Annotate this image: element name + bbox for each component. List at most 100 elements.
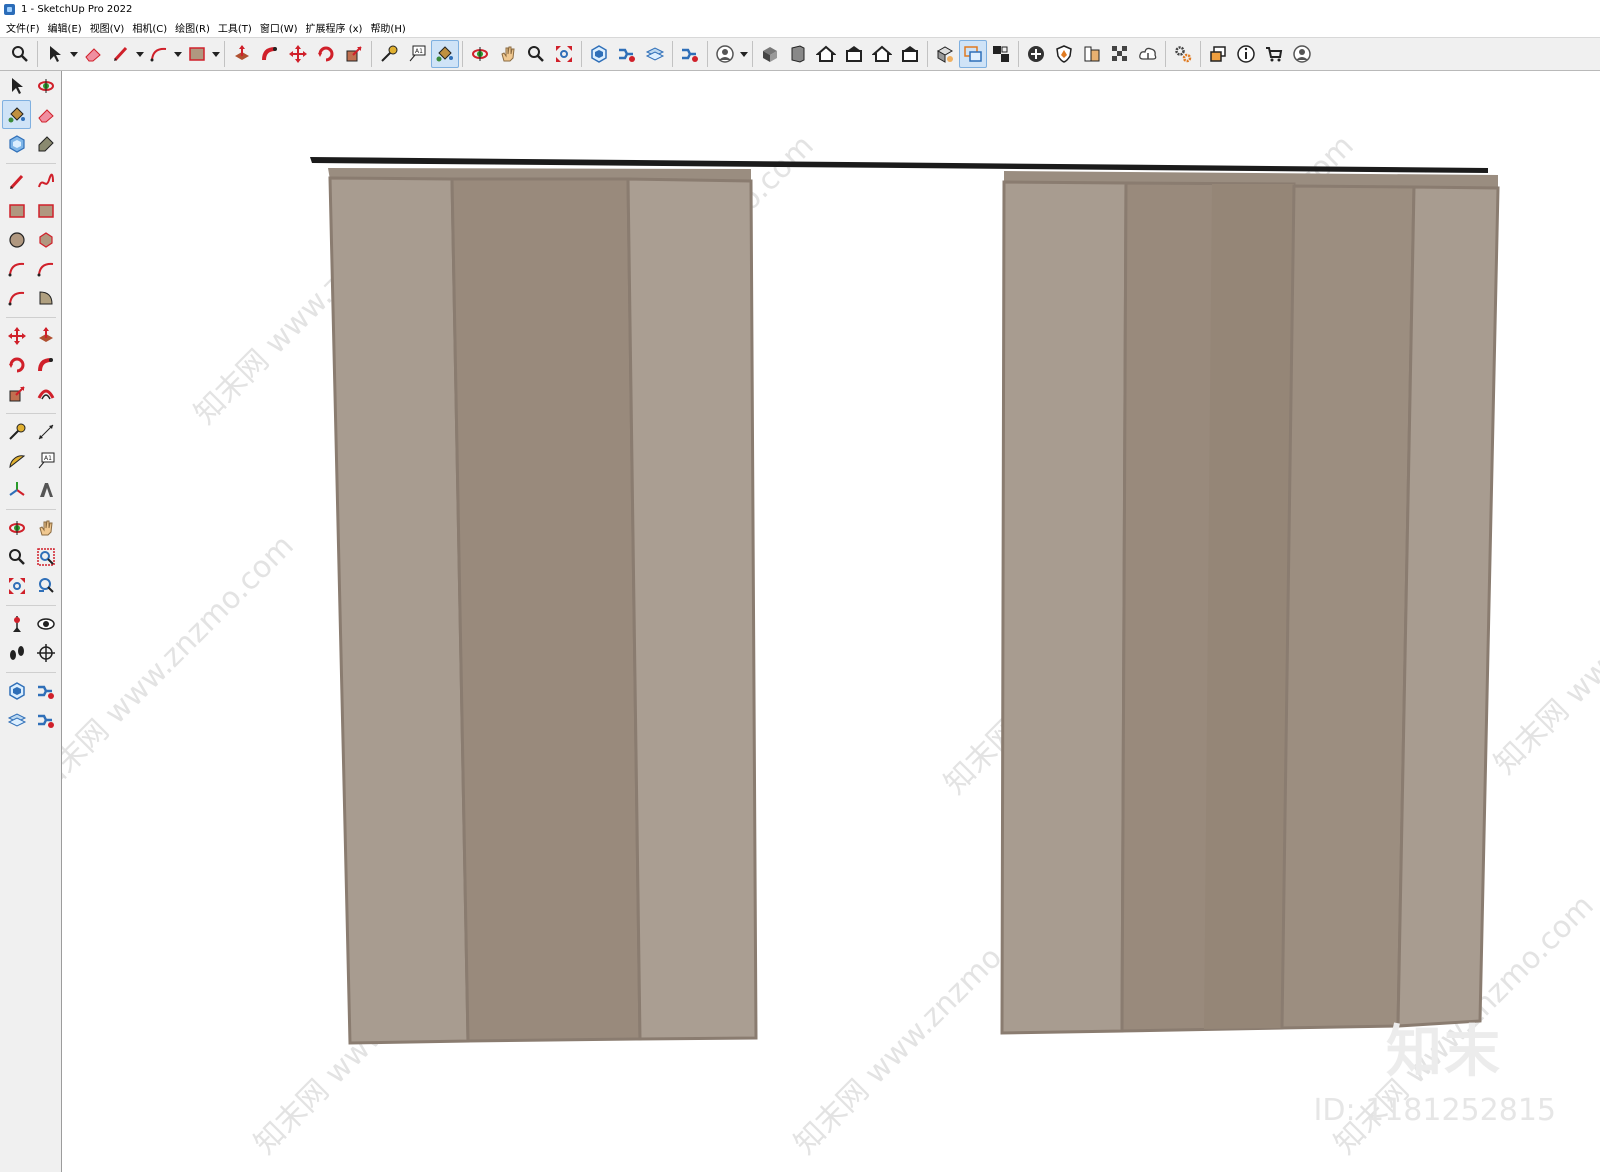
3d-text-tool[interactable] — [31, 475, 60, 504]
dropdown-arrow-icon[interactable] — [135, 40, 145, 68]
zoom-tool[interactable] — [2, 542, 31, 571]
pencil-tool[interactable] — [2, 167, 31, 196]
pencil-button[interactable] — [107, 40, 135, 68]
dropdown-arrow-icon[interactable] — [211, 40, 221, 68]
follow-me-button[interactable] — [256, 40, 284, 68]
paint-bucket-tool[interactable] — [2, 100, 31, 129]
scale-tool[interactable] — [2, 379, 31, 408]
menu-extensions[interactable]: 扩展程序 (x) — [304, 20, 369, 35]
protractor-tool[interactable] — [2, 446, 31, 475]
menu-help[interactable]: 帮助(H) — [368, 20, 411, 35]
component-button[interactable] — [959, 40, 987, 68]
push-pull-button[interactable] — [228, 40, 256, 68]
two-point-arc-tool[interactable] — [31, 254, 60, 283]
offset-tool[interactable] — [31, 379, 60, 408]
menu-camera[interactable]: 相机(C) — [130, 20, 173, 35]
cart-button[interactable] — [1260, 40, 1288, 68]
eraser-button[interactable] — [79, 40, 107, 68]
left-view-button[interactable] — [896, 40, 924, 68]
window-button[interactable] — [1204, 40, 1232, 68]
tape-measure-button[interactable] — [375, 40, 403, 68]
arc-button[interactable] — [145, 40, 173, 68]
pie-tool[interactable] — [31, 283, 60, 312]
extension-manager-tool[interactable] — [31, 705, 60, 734]
tape-measure-tool[interactable] — [2, 417, 31, 446]
menu-tools[interactable]: 工具(T) — [216, 20, 258, 35]
rectangle-tool[interactable] — [2, 196, 31, 225]
section-plane-tool[interactable] — [31, 638, 60, 667]
select-button[interactable] — [41, 40, 69, 68]
zoom-extents-button[interactable] — [550, 40, 578, 68]
solid-tools-button[interactable] — [931, 40, 959, 68]
menu-view[interactable]: 视图(V) — [88, 20, 131, 35]
model-viewport[interactable]: 知末网 www.znzmo.com知末网 www.znzmo.com知末网 ww… — [62, 71, 1600, 1172]
look-around-tool[interactable] — [31, 609, 60, 638]
rotate-button[interactable] — [312, 40, 340, 68]
previous-view-tool[interactable] — [31, 571, 60, 600]
axes-tool[interactable] — [2, 475, 31, 504]
eraser-tool[interactable] — [31, 100, 60, 129]
dropdown-arrow-icon[interactable] — [739, 40, 749, 68]
extension-warehouse-tool[interactable] — [31, 676, 60, 705]
position-camera-tool[interactable] — [2, 609, 31, 638]
cloud-upload-button[interactable] — [1134, 40, 1162, 68]
zoom-button[interactable] — [6, 40, 34, 68]
pan-tool[interactable] — [31, 513, 60, 542]
account-button[interactable] — [1288, 40, 1316, 68]
push-pull-tool[interactable] — [31, 321, 60, 350]
select-tool[interactable] — [2, 71, 31, 100]
iso-view-button[interactable] — [756, 40, 784, 68]
text-button[interactable]: A1 — [403, 40, 431, 68]
move-button[interactable] — [284, 40, 312, 68]
menu-draw[interactable]: 绘图(R) — [173, 20, 216, 35]
zoom-button[interactable] — [522, 40, 550, 68]
orbit-tool[interactable] — [2, 513, 31, 542]
menu-file[interactable]: 文件(F) — [4, 20, 46, 35]
curtain-right[interactable] — [1000, 171, 1500, 1035]
top-view-button[interactable] — [812, 40, 840, 68]
extension-warehouse-button[interactable] — [613, 40, 641, 68]
move-tool[interactable] — [2, 321, 31, 350]
info-button[interactable] — [1232, 40, 1260, 68]
user-button[interactable] — [711, 40, 739, 68]
right-view-button[interactable] — [840, 40, 868, 68]
components-tool[interactable] — [2, 129, 31, 158]
rotate-tool[interactable] — [2, 350, 31, 379]
add-location-button[interactable] — [1022, 40, 1050, 68]
menu-window[interactable]: 窗口(W) — [258, 20, 304, 35]
layout-button[interactable] — [641, 40, 669, 68]
follow-me-tool[interactable] — [31, 350, 60, 379]
walk-tool[interactable] — [2, 638, 31, 667]
zoom-window-tool[interactable] — [31, 542, 60, 571]
texture-button[interactable] — [1106, 40, 1134, 68]
text-tool[interactable]: A1 — [31, 446, 60, 475]
layout-tool[interactable] — [2, 705, 31, 734]
styles-button[interactable] — [1078, 40, 1106, 68]
three-point-arc-tool[interactable] — [2, 283, 31, 312]
front-view-button[interactable] — [784, 40, 812, 68]
dropdown-arrow-icon[interactable] — [69, 40, 79, 68]
settings-button[interactable] — [1169, 40, 1197, 68]
warehouse-tool[interactable] — [2, 676, 31, 705]
arc-tool[interactable] — [2, 254, 31, 283]
pan-button[interactable] — [494, 40, 522, 68]
scale-button[interactable] — [340, 40, 368, 68]
extension-manager-button[interactable] — [676, 40, 704, 68]
warehouse-button[interactable] — [585, 40, 613, 68]
group-button[interactable] — [987, 40, 1015, 68]
freehand-tool[interactable] — [31, 167, 60, 196]
orbit-button[interactable] — [466, 40, 494, 68]
dimension-tool[interactable] — [31, 417, 60, 446]
rectangle-button[interactable] — [183, 40, 211, 68]
tag-tool[interactable] — [31, 129, 60, 158]
rotated-rectangle-tool[interactable] — [31, 196, 60, 225]
curtain-left[interactable] — [328, 168, 758, 1045]
shield-button[interactable] — [1050, 40, 1078, 68]
back-view-button[interactable] — [868, 40, 896, 68]
menu-edit[interactable]: 编辑(E) — [46, 20, 88, 35]
orbit-3d-tool[interactable] — [31, 71, 60, 100]
dropdown-arrow-icon[interactable] — [173, 40, 183, 68]
zoom-extents-tool[interactable] — [2, 571, 31, 600]
paint-bucket-button[interactable] — [431, 40, 459, 68]
circle-tool[interactable] — [2, 225, 31, 254]
